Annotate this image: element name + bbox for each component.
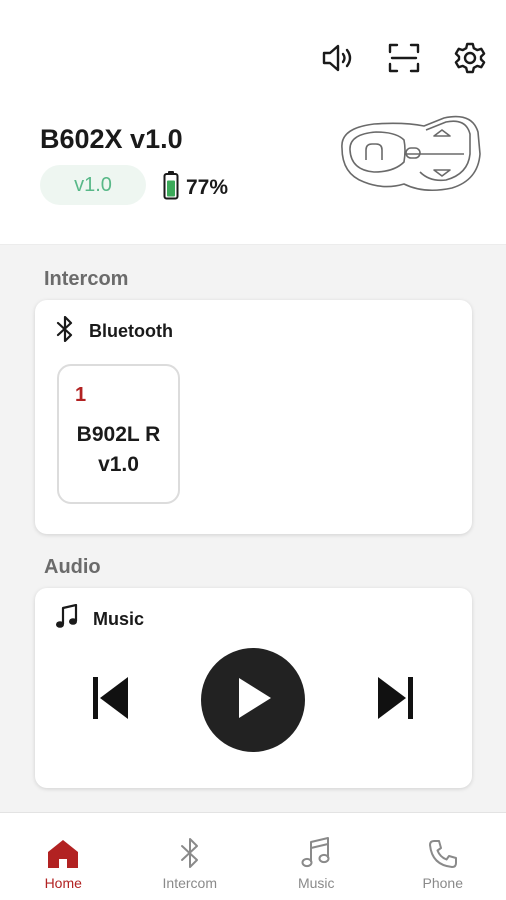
device-header: B602X v1.0 v1.0 77% bbox=[0, 0, 506, 245]
phone-icon bbox=[428, 833, 458, 869]
bluetooth-label: Bluetooth bbox=[89, 321, 173, 341]
previous-track-icon bbox=[91, 674, 131, 727]
play-button[interactable] bbox=[201, 648, 305, 752]
firmware-version-badge: v1.0 bbox=[40, 165, 146, 205]
battery-percent: 77% bbox=[186, 175, 229, 199]
intercom-peer-slot-1[interactable]: 1 B902L R v1.0 bbox=[57, 364, 180, 504]
settings-gear-icon[interactable] bbox=[452, 40, 488, 76]
app-screen: B602X v1.0 v1.0 77% Intercom Bluetooth 1… bbox=[0, 0, 506, 900]
nav-music-label: Music bbox=[297, 875, 335, 891]
device-name: B602X v1.0 bbox=[40, 124, 183, 154]
speaker-volume-icon[interactable] bbox=[320, 40, 356, 76]
nav-intercom-label: Intercom bbox=[162, 875, 217, 891]
music-note-icon bbox=[55, 603, 79, 635]
peer-slot-number: 1 bbox=[75, 384, 87, 406]
nav-home-label: Home bbox=[44, 875, 82, 891]
battery-status: 77% bbox=[163, 170, 228, 205]
bluetooth-icon bbox=[55, 315, 75, 347]
next-track-button[interactable] bbox=[373, 674, 417, 726]
intercom-card: Bluetooth 1 B902L R v1.0 bbox=[35, 300, 472, 534]
next-track-icon bbox=[375, 674, 415, 727]
bluetooth-icon bbox=[179, 833, 201, 869]
audio-card: Music bbox=[35, 588, 472, 788]
nav-phone-label: Phone bbox=[422, 875, 463, 891]
play-icon bbox=[233, 676, 273, 725]
nav-home[interactable]: Home bbox=[0, 813, 127, 900]
peer-device-name: B902L R v1.0 bbox=[76, 423, 161, 476]
nav-intercom[interactable]: Intercom bbox=[127, 813, 254, 900]
bluetooth-header: Bluetooth bbox=[55, 315, 173, 347]
intercom-section-title: Intercom bbox=[44, 268, 129, 290]
music-note-icon bbox=[301, 833, 331, 869]
scan-icon[interactable] bbox=[386, 40, 422, 76]
nav-music[interactable]: Music bbox=[253, 813, 380, 900]
home-icon bbox=[47, 833, 79, 869]
nav-phone[interactable]: Phone bbox=[380, 813, 506, 900]
headset-device-image bbox=[334, 110, 484, 205]
previous-track-button[interactable] bbox=[89, 674, 133, 726]
battery-icon bbox=[163, 170, 179, 205]
header-actions bbox=[320, 40, 488, 76]
music-header: Music bbox=[55, 603, 145, 635]
bottom-navigation: Home Intercom Music Phone bbox=[0, 812, 506, 900]
music-label: Music bbox=[93, 609, 145, 629]
audio-section-title: Audio bbox=[44, 556, 101, 578]
